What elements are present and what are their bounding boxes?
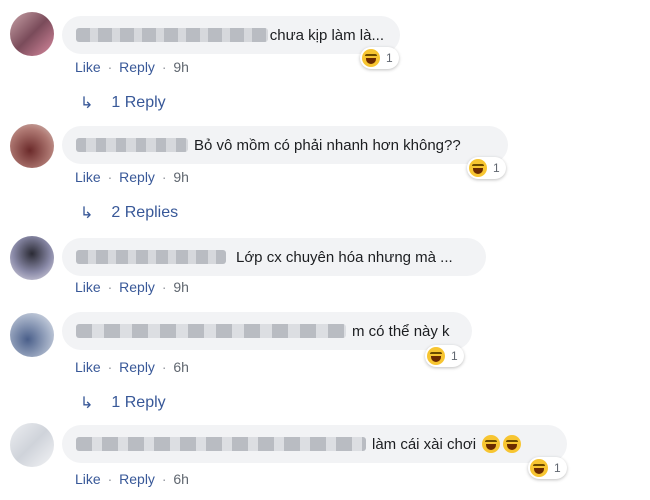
- blurred-name: [76, 28, 268, 42]
- separator: ·: [107, 59, 113, 75]
- reaction-badge[interactable]: 1: [528, 457, 567, 479]
- comment-text: m có thể này k: [352, 322, 450, 340]
- timestamp[interactable]: 9h: [173, 169, 189, 185]
- reply-link[interactable]: Reply: [119, 359, 155, 375]
- comment-bubble: m có thể này k: [62, 312, 472, 350]
- comment-actions: Like · Reply · 6h: [75, 359, 189, 375]
- avatar[interactable]: [10, 124, 54, 168]
- timestamp[interactable]: 6h: [173, 471, 189, 487]
- reply-link[interactable]: Reply: [119, 471, 155, 487]
- laughing-emoji-icon: [482, 435, 501, 453]
- avatar[interactable]: [10, 423, 54, 467]
- avatar[interactable]: [10, 12, 54, 56]
- comment-text: Bỏ vô mồm có phải nhanh hơn không??: [194, 136, 461, 154]
- view-replies-link[interactable]: ↳ 2 Replies: [80, 203, 178, 223]
- laughing-emoji-icon: [362, 49, 380, 67]
- blurred-name: [76, 250, 226, 264]
- laughing-emoji-icon: [530, 459, 548, 477]
- replies-count: 1 Reply: [111, 94, 166, 111]
- comment-bubble: làm cái xài chơi: [62, 425, 567, 463]
- like-link[interactable]: Like: [75, 169, 101, 185]
- separator: ·: [161, 471, 167, 487]
- laughing-emoji-icon: [469, 159, 487, 177]
- comment-bubble: Lớp cx chuyên hóa nhưng mà ...: [62, 238, 486, 276]
- comment-actions: Like · Reply · 9h: [75, 279, 189, 295]
- laughing-emoji-icon: [427, 347, 445, 365]
- reaction-count: 1: [451, 349, 458, 363]
- reaction-badge[interactable]: 1: [360, 47, 399, 69]
- comment-actions: Like · Reply · 9h: [75, 59, 189, 75]
- blurred-name: [76, 138, 188, 152]
- separator: ·: [107, 169, 113, 185]
- reply-link[interactable]: Reply: [119, 279, 155, 295]
- reaction-count: 1: [386, 51, 393, 65]
- reply-arrow-icon: ↳: [80, 395, 94, 412]
- view-replies-link[interactable]: ↳ 1 Reply: [80, 93, 166, 113]
- timestamp[interactable]: 9h: [173, 59, 189, 75]
- replies-count: 1 Reply: [111, 394, 166, 411]
- blurred-name: [76, 437, 366, 451]
- separator: ·: [107, 471, 113, 487]
- laughing-emoji-icon: [503, 435, 522, 453]
- avatar[interactable]: [10, 313, 54, 357]
- timestamp[interactable]: 6h: [173, 359, 189, 375]
- replies-count: 2 Replies: [111, 204, 179, 221]
- like-link[interactable]: Like: [75, 279, 101, 295]
- reply-arrow-icon: ↳: [80, 205, 94, 222]
- comment-text: làm cái xài chơi: [372, 435, 477, 453]
- separator: ·: [107, 279, 113, 295]
- separator: ·: [107, 359, 113, 375]
- reaction-badge[interactable]: 1: [467, 157, 506, 179]
- like-link[interactable]: Like: [75, 59, 101, 75]
- reaction-badge[interactable]: 1: [425, 345, 464, 367]
- reaction-count: 1: [493, 161, 500, 175]
- avatar[interactable]: [10, 236, 54, 280]
- reply-arrow-icon: ↳: [80, 95, 94, 112]
- comment-bubble: Bỏ vô mồm có phải nhanh hơn không??: [62, 126, 508, 164]
- comment-bubble: chưa kịp làm là...: [62, 16, 400, 54]
- comment-actions: Like · Reply · 6h: [75, 471, 189, 487]
- reply-link[interactable]: Reply: [119, 169, 155, 185]
- comment-text: chưa kịp làm là...: [269, 26, 384, 44]
- like-link[interactable]: Like: [75, 471, 101, 487]
- blurred-name: [76, 324, 346, 338]
- reply-link[interactable]: Reply: [119, 59, 155, 75]
- like-link[interactable]: Like: [75, 359, 101, 375]
- comment-actions: Like · Reply · 9h: [75, 169, 189, 185]
- timestamp[interactable]: 9h: [173, 279, 189, 295]
- separator: ·: [161, 359, 167, 375]
- separator: ·: [161, 279, 167, 295]
- view-replies-link[interactable]: ↳ 1 Reply: [80, 393, 166, 413]
- separator: ·: [161, 59, 167, 75]
- comment-text: Lớp cx chuyên hóa nhưng mà ...: [236, 248, 453, 266]
- reaction-count: 1: [554, 461, 561, 475]
- separator: ·: [161, 169, 167, 185]
